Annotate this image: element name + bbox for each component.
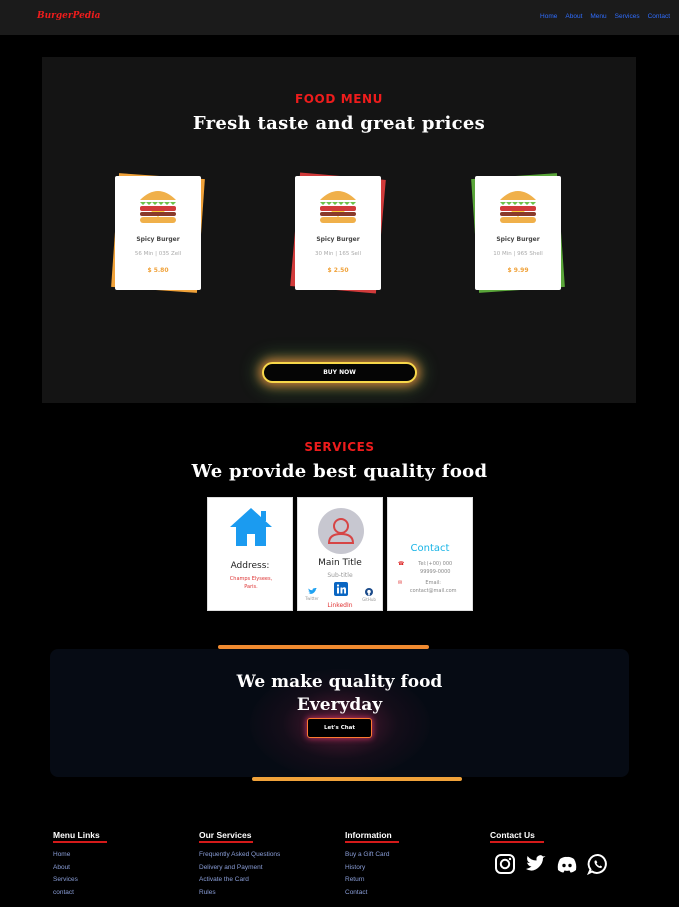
menu-item-price: $ 5.80	[147, 267, 169, 274]
footer-contact-us: Contact Us	[490, 830, 544, 843]
menu-card[interactable]: Spicy Burger 10 Min | 965 Shell $ 9.99	[471, 173, 565, 293]
footer-heading: Information	[345, 830, 392, 840]
address-label: Address:	[230, 561, 270, 571]
linkedin-label[interactable]: LinkedIn	[298, 602, 382, 609]
menu-item-meta: 10 Min | 965 Shell	[493, 251, 543, 257]
footer-link-home[interactable]: Home	[53, 851, 107, 858]
address-card: Address: Champs Elysees, Paris.	[207, 497, 293, 611]
contact-phone-row: ☎ Tel:(+00) 000 99999-0000	[398, 561, 461, 576]
footer-heading: Contact Us	[490, 830, 535, 840]
footer-underline	[199, 841, 253, 843]
burger-icon	[500, 191, 536, 223]
menu-item-meta: 56 Min | 035 Zell	[134, 251, 182, 257]
contact-email: Email: contact@mail.com	[409, 580, 457, 594]
nav-link-about[interactable]: About	[565, 13, 582, 20]
footer-social-icons	[494, 853, 609, 876]
nav-link-services[interactable]: Services	[615, 13, 640, 20]
profile-main-title: Main Title	[318, 558, 362, 568]
whatsapp-icon[interactable]	[587, 853, 609, 876]
menu-item-name: Spicy Burger	[136, 236, 180, 243]
twitter-icon	[307, 587, 317, 594]
footer-link-delivery[interactable]: Delivery and Payment	[199, 864, 280, 871]
footer-link-return[interactable]: Return	[345, 876, 399, 883]
food-menu-label: FOOD MENU	[294, 92, 384, 106]
footer-link-services[interactable]: Services	[53, 876, 107, 883]
menu-card-face: Spicy Burger 56 Min | 035 Zell $ 5.80	[115, 176, 201, 290]
nav-links: Home About Menu Services Contact	[540, 13, 670, 20]
footer-link-about[interactable]: About	[53, 864, 107, 871]
contact-title: Contact	[410, 543, 450, 554]
services-label: SERVICES	[304, 440, 375, 454]
footer-link-history[interactable]: History	[345, 864, 399, 871]
menu-item-price: $ 2.50	[327, 267, 349, 274]
footer-link-gift-card[interactable]: Buy a Gift Card	[345, 851, 399, 858]
menu-item-meta: 30 Min | 165 Sell	[314, 251, 362, 257]
cta-banner: We make quality food Everyday Let's Chat	[50, 649, 629, 777]
footer-heading: Menu Links	[53, 830, 100, 840]
footer-heading: Our Services	[199, 830, 252, 840]
buy-now-button[interactable]: BUY NOW	[262, 362, 417, 383]
twitter-link[interactable]: Twitter	[305, 587, 319, 601]
footer-link-faq[interactable]: Frequently Asked Questions	[199, 851, 280, 858]
nav-link-home[interactable]: Home	[540, 13, 557, 20]
contact-phone: Tel:(+00) 000 99999-0000	[418, 561, 453, 575]
home-icon	[230, 508, 272, 546]
linkedin-icon	[334, 582, 348, 596]
footer-underline	[345, 841, 399, 843]
services-title: We provide best quality food	[191, 461, 488, 482]
menu-card[interactable]: Spicy Burger 30 Min | 165 Sell $ 2.50	[290, 172, 386, 294]
nav-link-menu[interactable]: Menu	[590, 13, 606, 20]
navbar: BurgerPedia Home About Menu Services Con…	[0, 0, 679, 35]
instagram-icon[interactable]	[494, 853, 516, 875]
brand-logo[interactable]: BurgerPedia	[37, 11, 100, 21]
burger-icon	[140, 191, 176, 223]
footer-link-contact[interactable]: contact	[53, 889, 107, 896]
github-icon	[365, 588, 373, 596]
food-menu-title: Fresh taste and great prices	[192, 113, 486, 134]
user-icon	[327, 518, 355, 544]
cta-title: We make quality food Everyday	[236, 672, 443, 715]
avatar	[318, 508, 364, 554]
menu-item-name: Spicy Burger	[316, 236, 360, 243]
mail-icon: ✉	[398, 580, 403, 586]
footer-our-services: Our Services Frequently Asked Questions …	[199, 830, 280, 896]
contact-email-row: ✉ Email: contact@mail.com	[398, 580, 459, 595]
linkedin-link[interactable]	[331, 582, 351, 597]
footer-link-contact-info[interactable]: Contact	[345, 889, 399, 896]
menu-card-face: Spicy Burger 10 Min | 965 Shell $ 9.99	[475, 176, 561, 290]
food-menu-section: FOOD MENU Fresh taste and great prices S…	[42, 57, 636, 403]
footer-underline	[53, 841, 107, 843]
address-value: Champs Elysees, Paris.	[229, 576, 273, 590]
menu-item-name: Spicy Burger	[496, 236, 540, 243]
cta-bottom-bar	[252, 777, 462, 781]
github-link[interactable]: GitHub	[361, 588, 377, 602]
profile-card: Main Title Sub-title Twitter GitHub Link…	[297, 497, 383, 611]
footer-underline	[490, 841, 544, 843]
menu-item-price: $ 9.99	[507, 267, 529, 274]
footer-link-activate-card[interactable]: Activate the Card	[199, 876, 280, 883]
nav-link-contact[interactable]: Contact	[648, 13, 670, 20]
contact-card: Contact ☎ Tel:(+00) 000 99999-0000 ✉ Ema…	[387, 497, 473, 611]
footer-link-rules[interactable]: Rules	[199, 889, 280, 896]
twitter-icon[interactable]	[525, 853, 547, 875]
lets-chat-button[interactable]: Let's Chat	[307, 718, 372, 738]
footer-menu-links: Menu Links Home About Services contact	[53, 830, 107, 896]
phone-icon: ☎	[398, 561, 405, 567]
profile-sub-title: Sub-title	[327, 572, 353, 579]
discord-icon[interactable]	[556, 853, 578, 875]
menu-card-face: Spicy Burger 30 Min | 165 Sell $ 2.50	[295, 176, 381, 290]
menu-card[interactable]: Spicy Burger 56 Min | 035 Zell $ 5.80	[111, 173, 205, 293]
footer-information: Information Buy a Gift Card History Retu…	[345, 830, 399, 896]
burger-icon	[320, 191, 356, 223]
